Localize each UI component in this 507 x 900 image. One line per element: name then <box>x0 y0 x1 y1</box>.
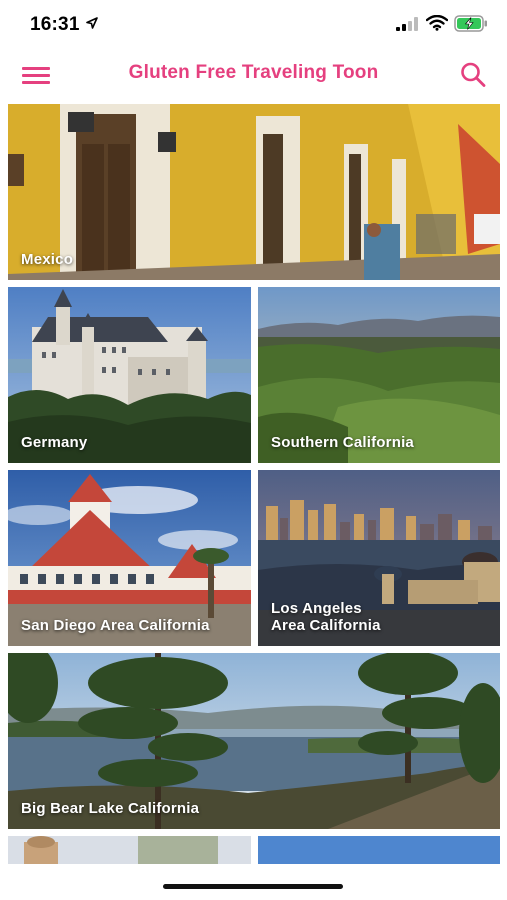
destination-label: San Diego Area California <box>21 617 210 634</box>
partial-photo <box>258 836 500 864</box>
search-icon[interactable] <box>458 60 488 90</box>
wifi-icon <box>426 15 448 31</box>
destination-card-big-bear-lake[interactable]: Big Bear Lake California <box>8 653 500 829</box>
destination-card-los-angeles[interactable]: Los Angeles Area California <box>258 470 500 646</box>
mexico-photo <box>8 104 500 280</box>
destination-card-germany[interactable]: Germany <box>8 287 251 463</box>
destination-label: Mexico <box>21 251 74 268</box>
destination-card-san-diego[interactable]: San Diego Area California <box>8 470 251 646</box>
partial-photo <box>8 836 251 864</box>
status-time: 16:31 <box>30 14 80 35</box>
battery-charging-icon <box>454 15 487 32</box>
destination-grid: Mexico Germany Southern California San D… <box>0 104 507 864</box>
hamburger-menu-icon[interactable] <box>20 62 54 88</box>
destination-label: Los Angeles Area California <box>271 600 381 634</box>
destination-label: Southern California <box>271 434 414 451</box>
destination-card-mexico[interactable]: Mexico <box>8 104 500 280</box>
destination-label: Big Bear Lake California <box>21 800 200 817</box>
destination-card-partial[interactable] <box>8 836 251 864</box>
status-bar: 16:31 <box>0 0 507 50</box>
destination-card-partial[interactable] <box>258 836 500 864</box>
destination-card-southern-california[interactable]: Southern California <box>258 287 500 463</box>
app-title: Gluten Free Traveling Toon <box>128 62 379 83</box>
app-header: Gluten Free Traveling Toon <box>0 50 507 100</box>
home-indicator[interactable] <box>163 884 343 889</box>
location-arrow-icon <box>86 17 98 29</box>
destination-label: Germany <box>21 434 88 451</box>
cellular-signal-icon <box>396 17 418 31</box>
